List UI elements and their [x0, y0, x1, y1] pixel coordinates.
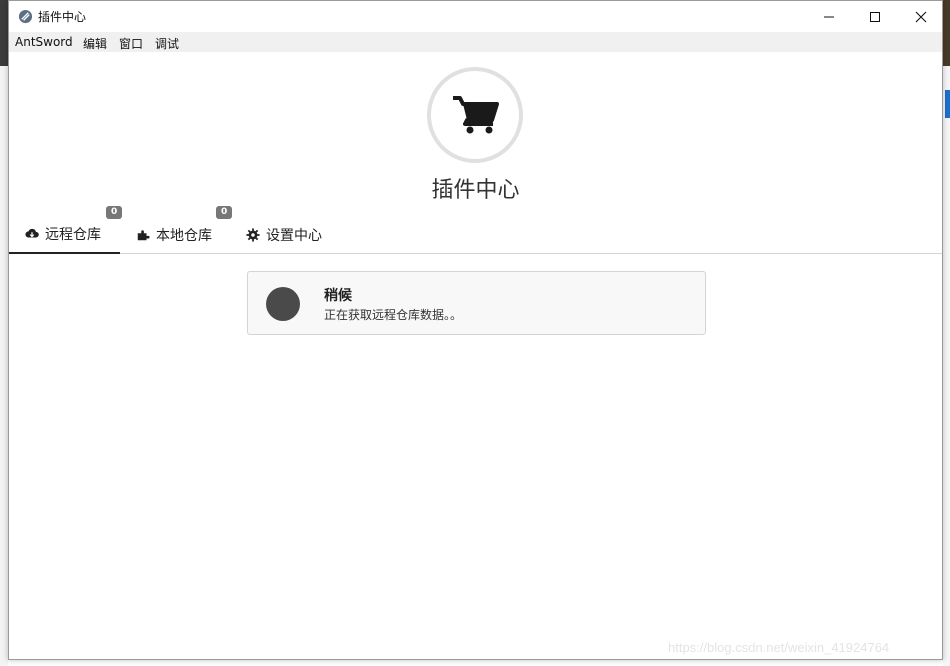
- title-bar[interactable]: 插件中心: [9, 1, 942, 32]
- shopping-cart-icon: [453, 96, 499, 134]
- maximize-icon: [870, 11, 880, 22]
- close-button[interactable]: [898, 1, 944, 32]
- minimize-icon: [824, 16, 834, 17]
- menu-window[interactable]: 窗口: [119, 35, 143, 52]
- tab-remote-repository-label: 远程仓库: [45, 227, 101, 243]
- plugin-center-window: 插件中心 AntSword 编辑 窗口 调试 插件中心 远程仓库 0 本地仓库 …: [8, 0, 943, 660]
- header-icon-circle: [427, 67, 523, 163]
- tab-local-repository-label: 本地仓库: [156, 228, 212, 244]
- plugin-center-content: 插件中心 远程仓库 0 本地仓库 0 设置中心 稍候 正在获取远程仓库数据。。: [9, 52, 942, 659]
- tab-bar: 远程仓库 0 本地仓库 0 设置中心: [9, 206, 942, 254]
- menu-edit[interactable]: 编辑: [83, 35, 107, 52]
- watermark-text: https://blog.csdn.net/weixin_41924764: [668, 640, 890, 655]
- loading-title: 稍候: [324, 288, 352, 304]
- background-window-left: [0, 0, 8, 666]
- tab-local-repository[interactable]: 本地仓库 0: [120, 206, 233, 254]
- background-window-right-top: [943, 0, 950, 66]
- maximize-button[interactable]: [852, 1, 898, 32]
- background-window-right-button: [945, 90, 950, 118]
- loading-spinner: [266, 287, 300, 321]
- menu-antsword[interactable]: AntSword: [15, 35, 73, 49]
- loading-message: 正在获取远程仓库数据。。: [324, 308, 463, 322]
- loading-message-box: 稍候 正在获取远程仓库数据。。: [247, 271, 706, 335]
- background-window-left-top: [0, 0, 8, 66]
- tab-remote-repository[interactable]: 远程仓库 0: [9, 206, 123, 254]
- window-title: 插件中心: [38, 10, 87, 24]
- antsword-app-icon: [18, 9, 33, 24]
- puzzle-icon: [136, 228, 150, 242]
- minimize-button[interactable]: [806, 1, 852, 32]
- page-title: 插件中心: [431, 178, 520, 203]
- cloud-download-icon: [25, 227, 39, 241]
- menu-bar: AntSword 编辑 窗口 调试: [9, 32, 942, 52]
- tab-settings-center[interactable]: 设置中心: [230, 216, 340, 254]
- menu-debug[interactable]: 调试: [155, 35, 179, 52]
- tab-settings-center-label: 设置中心: [266, 228, 322, 244]
- gear-icon: [246, 228, 260, 242]
- close-icon: [915, 11, 927, 22]
